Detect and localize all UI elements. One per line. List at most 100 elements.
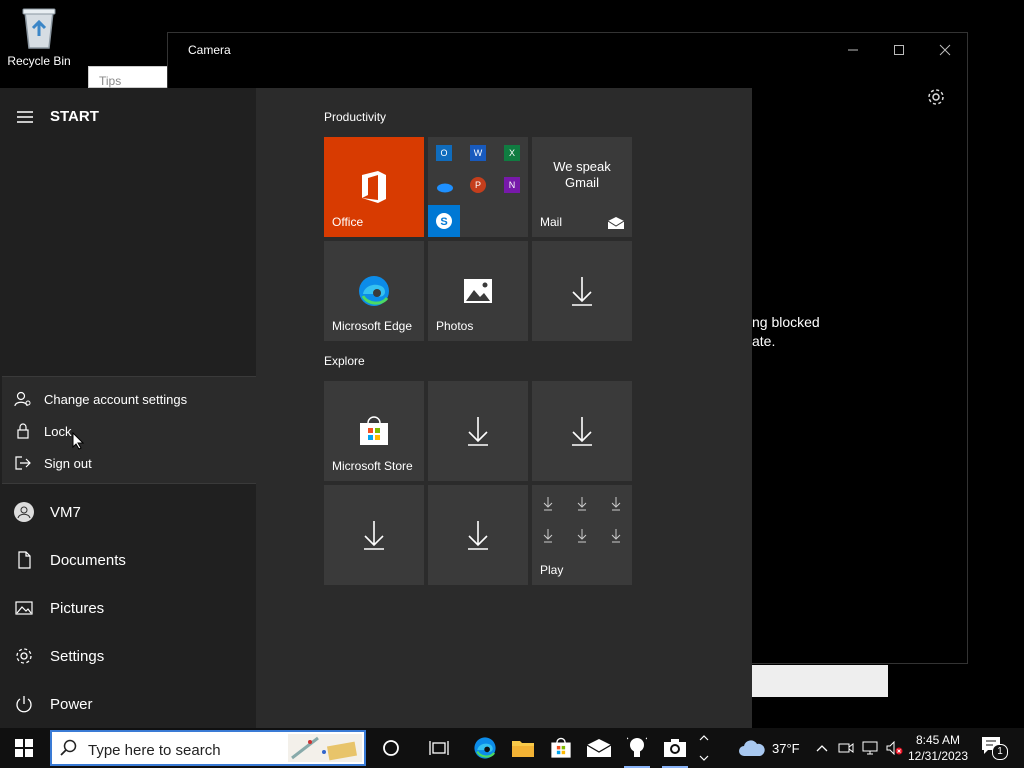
power-icon <box>16 696 32 713</box>
cloud-icon <box>739 740 765 756</box>
mouse-cursor <box>72 431 85 455</box>
lock-item[interactable]: Lock <box>14 423 71 439</box>
play-tile-label: Play <box>540 563 564 577</box>
office-icon <box>362 171 386 203</box>
play-folder-tile[interactable]: Play <box>532 485 632 585</box>
mail-tile-label: Mail <box>540 215 563 229</box>
change-account-settings-label: Change account settings <box>44 391 188 407</box>
chevron-up-icon <box>816 745 828 752</box>
download-tile-1[interactable] <box>532 241 632 341</box>
start-button[interactable] <box>0 728 48 768</box>
download-icon <box>468 521 488 550</box>
notification-count-badge: 1 <box>992 744 1008 760</box>
lock-label: Lock <box>44 423 72 439</box>
group-title-explore: Explore <box>324 354 365 368</box>
taskbar-store-button[interactable] <box>542 728 580 768</box>
camera-settings-button[interactable] <box>926 87 946 112</box>
store-icon <box>551 737 571 758</box>
sign-out-icon <box>15 456 31 470</box>
volume-muted-icon <box>886 741 903 755</box>
group-title-productivity: Productivity <box>324 110 387 124</box>
task-view-button[interactable] <box>420 728 458 768</box>
taskbar-tips-button[interactable] <box>618 728 656 768</box>
edge-tile-label: Microsoft Edge <box>332 319 413 333</box>
mail-promo-text: We speak Gmail <box>553 159 611 190</box>
recycle-bin-icon <box>22 8 56 49</box>
photos-tile-label: Photos <box>436 319 474 333</box>
pictures-button[interactable]: Pictures <box>14 598 104 618</box>
minimize-button[interactable] <box>838 39 868 61</box>
camera-message-line1: ng blocked <box>752 314 820 330</box>
taskbar-clock[interactable]: 8:45 AM 12/31/2023 <box>906 732 970 764</box>
store-tile-label: Microsoft Store <box>332 459 413 473</box>
volume-button[interactable] <box>886 728 904 768</box>
weather-temperature: 37°F <box>772 740 800 756</box>
download-icon <box>572 277 592 306</box>
power-label: Power <box>50 695 93 713</box>
change-account-settings[interactable]: Change account settings <box>14 391 187 407</box>
skype-icon: S <box>436 213 452 229</box>
chevron-up-down-icon <box>699 735 709 761</box>
network-button[interactable] <box>862 728 880 768</box>
mail-tile[interactable]: We speak Gmail Mail <box>532 137 632 237</box>
search-highlight-illustration <box>288 734 362 762</box>
taskbar-scroll-button[interactable] <box>694 728 714 768</box>
powerpoint-icon: P <box>470 177 486 193</box>
mail-icon <box>608 217 624 229</box>
store-tile[interactable]: Microsoft Store <box>324 381 424 481</box>
download-icons-grid <box>543 497 621 543</box>
camera-window-title: Camera <box>188 43 231 57</box>
download-tile-3[interactable] <box>532 381 632 481</box>
download-tile-5[interactable] <box>428 485 528 585</box>
edge-tile[interactable]: Microsoft Edge <box>324 241 424 341</box>
clock-time: 8:45 AM <box>915 733 961 747</box>
power-button[interactable]: Power <box>14 694 93 714</box>
office-tile[interactable]: Office <box>324 137 424 237</box>
excel-icon: X <box>504 145 520 161</box>
taskbar-mail-button[interactable] <box>580 728 618 768</box>
recycle-bin[interactable]: Recycle Bin <box>4 6 74 68</box>
hamburger-icon <box>17 110 33 123</box>
taskbar-file-explorer-button[interactable] <box>504 728 542 768</box>
taskbar-edge-button[interactable] <box>466 728 504 768</box>
recycle-bin-label: Recycle Bin <box>7 54 71 68</box>
documents-button[interactable]: Documents <box>14 550 126 570</box>
start-header[interactable]: START <box>16 108 99 125</box>
avatar-icon <box>14 502 34 522</box>
taskbar: Type here to search 37°F 8:45 AM 12/31/2… <box>0 728 1024 768</box>
search-icon <box>60 739 77 756</box>
onenote-icon: N <box>504 177 520 193</box>
close-button[interactable] <box>930 39 960 61</box>
photos-tile[interactable]: Photos <box>428 241 528 341</box>
download-tile-4[interactable] <box>324 485 424 585</box>
action-center-button[interactable]: 1 <box>980 734 1008 765</box>
skype-tile[interactable]: S <box>428 205 460 237</box>
taskbar-camera-button[interactable] <box>656 728 694 768</box>
download-icon <box>468 417 488 446</box>
cortana-button[interactable] <box>372 728 410 768</box>
lock-icon <box>17 423 29 439</box>
store-icon <box>360 416 388 445</box>
windows-logo-icon <box>15 739 33 757</box>
download-icon <box>572 417 592 446</box>
word-icon: W <box>470 145 486 161</box>
documents-label: Documents <box>50 551 126 569</box>
office-tile-label: Office <box>332 215 364 229</box>
gear-icon <box>16 648 32 664</box>
cortana-icon <box>383 740 399 756</box>
outlook-icon: O <box>436 145 452 161</box>
tips-window[interactable]: Tips <box>88 66 168 88</box>
download-tile-2[interactable] <box>428 381 528 481</box>
maximize-button[interactable] <box>884 39 914 61</box>
video-icon <box>838 743 854 753</box>
meet-now-button[interactable] <box>838 728 854 768</box>
taskbar-search-box[interactable]: Type here to search <box>50 730 366 766</box>
show-hidden-icons-button[interactable] <box>816 728 828 768</box>
camera-message: ng blocked ate. <box>752 313 820 351</box>
weather-widget[interactable]: 37°F <box>738 728 800 768</box>
office-apps-folder-tile[interactable]: O W X P N S <box>428 137 528 237</box>
user-account-button[interactable]: VM7 <box>14 502 81 522</box>
sign-out-item[interactable]: Sign out <box>14 455 92 471</box>
start-header-label: START <box>50 108 99 125</box>
settings-button[interactable]: Settings <box>14 646 104 666</box>
